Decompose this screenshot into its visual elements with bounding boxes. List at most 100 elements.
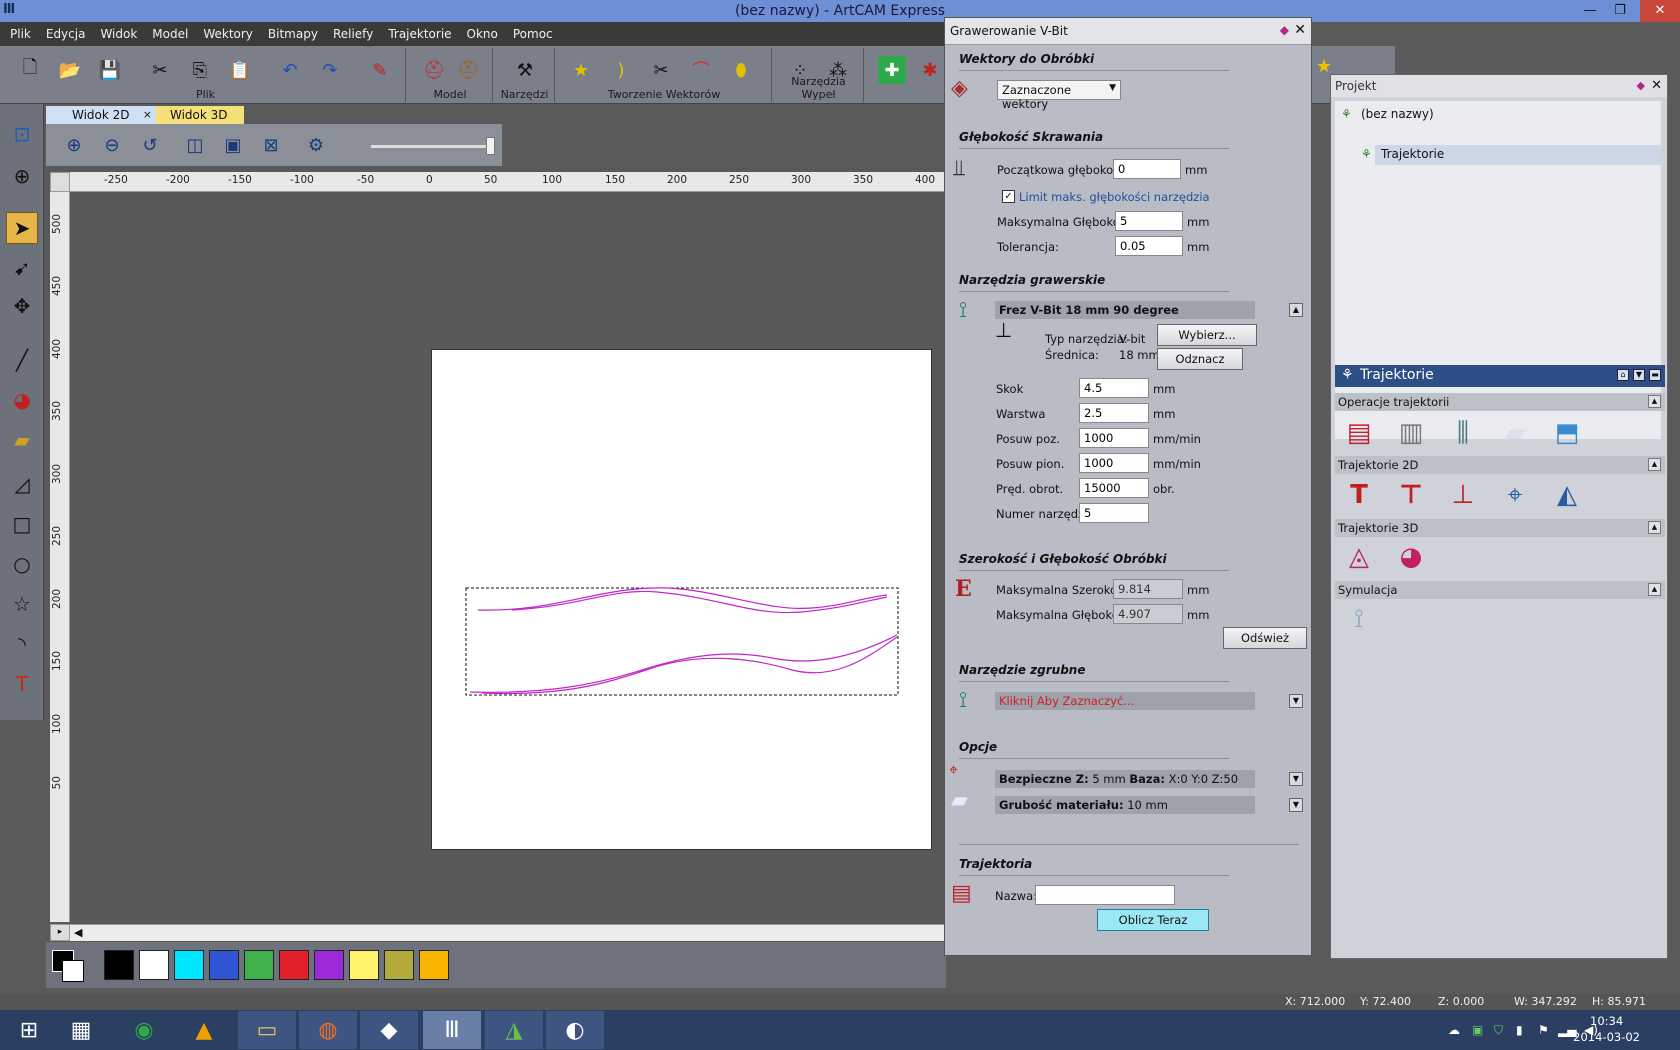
vector-star-icon[interactable]: ★ bbox=[567, 56, 595, 84]
compute-now-button[interactable]: Oblicz Teraz bbox=[1097, 909, 1209, 931]
material-thickness-band[interactable]: Grubość materiału: 10 mm bbox=[995, 796, 1255, 814]
collapse-up-icon[interactable]: ▲ bbox=[1648, 458, 1661, 471]
minimize-panel-icon[interactable]: ▬ bbox=[1649, 369, 1661, 381]
simulate-toolpath-icon[interactable]: ⟟ bbox=[1339, 599, 1379, 639]
file-explorer-icon[interactable]: ▭ bbox=[238, 1011, 296, 1049]
paste-icon[interactable]: 📋 bbox=[226, 56, 254, 84]
tool-database-icon[interactable]: ⫼ bbox=[1443, 413, 1483, 453]
artcam-taskbar-icon[interactable]: Ⅲ bbox=[423, 1011, 481, 1049]
inkscape-icon[interactable]: ◆ bbox=[360, 1011, 418, 1049]
tree-item-root[interactable]: (bez nazwy) bbox=[1361, 107, 1434, 121]
minimize-button[interactable]: — bbox=[1575, 0, 1605, 22]
collapse-up-icon[interactable]: ▲ bbox=[1289, 303, 1303, 317]
vector-drawing[interactable] bbox=[432, 350, 933, 851]
section-simulation[interactable]: Symulacja ▲ bbox=[1335, 581, 1665, 599]
redo-icon[interactable]: ↷ bbox=[316, 56, 344, 84]
stepover-input[interactable] bbox=[1079, 378, 1149, 398]
z-level-roughing-icon[interactable]: ◕ bbox=[1391, 537, 1431, 577]
color-swatch[interactable] bbox=[349, 950, 379, 980]
close-button[interactable]: ✕ bbox=[1640, 0, 1680, 22]
safe-z-band[interactable]: Bezpieczne Z: 5 mm Baza: X:0 Y:0 Z:50 bbox=[995, 770, 1255, 788]
notes-icon[interactable]: ✎ bbox=[366, 56, 394, 84]
save-toolpath-icon[interactable]: ▤ bbox=[1339, 413, 1379, 453]
save-icon[interactable]: 💾 bbox=[96, 56, 124, 84]
menu-trajektorie[interactable]: Trajektorie bbox=[388, 27, 451, 41]
expand-down-icon[interactable]: ▼ bbox=[1289, 694, 1303, 708]
tool-number-input[interactable] bbox=[1079, 503, 1149, 523]
tolerance-input[interactable] bbox=[1115, 236, 1183, 256]
cloud-icon[interactable]: ☁ bbox=[1448, 1023, 1460, 1037]
menu-model[interactable]: Model bbox=[152, 27, 188, 41]
paint-icon[interactable]: ◕ bbox=[6, 384, 38, 416]
menu-down-icon[interactable]: ▼ bbox=[1633, 369, 1645, 381]
collapse-up-icon[interactable]: ▲ bbox=[1648, 395, 1661, 408]
menu-reliefy[interactable]: Reliefy bbox=[333, 27, 373, 41]
arc-icon[interactable]: ◝ bbox=[6, 628, 38, 660]
tab-view-3d[interactable]: Widok 3D bbox=[156, 106, 244, 124]
spindle-speed-input[interactable] bbox=[1079, 478, 1149, 498]
color-swatch[interactable] bbox=[314, 950, 344, 980]
new-file-icon[interactable]: 🗋 bbox=[16, 56, 44, 84]
close-icon[interactable]: ✕ bbox=[1294, 22, 1306, 38]
deselect-tool-button[interactable]: Odznacz bbox=[1157, 348, 1243, 370]
line-tool-icon[interactable]: ╱ bbox=[6, 344, 38, 376]
menu-wektory[interactable]: Wektory bbox=[203, 27, 253, 41]
secondary-color-swatch[interactable] bbox=[62, 960, 84, 982]
star-icon[interactable]: ☆ bbox=[6, 588, 38, 620]
scroll-corner-icon[interactable]: ▸ bbox=[50, 924, 70, 941]
node-edit-icon[interactable]: ➹ bbox=[6, 252, 38, 284]
collapse-up-icon[interactable]: ▲ bbox=[1648, 521, 1661, 534]
collapse-up-icon[interactable]: ▲ bbox=[1648, 583, 1661, 596]
color-swatch[interactable] bbox=[104, 950, 134, 980]
vectors-select[interactable]: Zaznaczone wektory ▼ bbox=[997, 80, 1121, 111]
selection-box[interactable] bbox=[465, 587, 899, 696]
zoom-page-icon[interactable]: ▣ bbox=[219, 131, 247, 159]
clock[interactable]: 10:34 2014-03-02 bbox=[1573, 1013, 1640, 1045]
close-icon[interactable]: ✕ bbox=[1651, 78, 1662, 93]
select-tool-button[interactable]: Wybierz... bbox=[1157, 324, 1257, 346]
polyline-icon[interactable]: ◿ bbox=[6, 468, 38, 500]
reset-simulation-icon[interactable]: ⬒ bbox=[1547, 413, 1587, 453]
globe-icon[interactable]: ⊕ bbox=[6, 160, 38, 192]
color-swatch[interactable] bbox=[244, 950, 274, 980]
zoom-previous-icon[interactable]: ↺ bbox=[136, 131, 164, 159]
vector-curve[interactable] bbox=[469, 634, 898, 693]
vector-fillet-icon[interactable]: ⌒ bbox=[687, 56, 715, 84]
text-tool-icon[interactable]: T bbox=[6, 668, 38, 700]
toolpath-sheet-icon[interactable]: ▥ bbox=[1391, 413, 1431, 453]
chart-tray-icon[interactable]: ▮ bbox=[1516, 1023, 1523, 1037]
expand-down-icon[interactable]: ▼ bbox=[1289, 798, 1303, 812]
home-icon[interactable]: ⌂ bbox=[1617, 369, 1629, 381]
menu-pomoc[interactable]: Pomoc bbox=[513, 27, 553, 41]
flag-icon[interactable]: ⚑ bbox=[1538, 1023, 1549, 1037]
shape-icon[interactable]: ✱ bbox=[916, 56, 944, 84]
horizontal-scrollbar[interactable]: ◀ bbox=[70, 924, 945, 941]
stepdown-input[interactable] bbox=[1079, 403, 1149, 423]
tool-name-band[interactable]: Frez V-Bit 18 mm 90 degree bbox=[995, 301, 1255, 319]
zoom-slider-handle[interactable] bbox=[486, 137, 495, 155]
select-arrow-icon[interactable]: ➤ bbox=[6, 212, 38, 244]
color-swatch[interactable] bbox=[384, 950, 414, 980]
tree-item-toolpaths[interactable]: Trajektorie bbox=[1381, 147, 1444, 161]
color-swatch[interactable] bbox=[419, 950, 449, 980]
vbit-carving-icon[interactable]: ⊥ bbox=[1443, 475, 1483, 515]
machine-relief-icon[interactable]: ◬ bbox=[1339, 537, 1379, 577]
firefox-icon[interactable]: ◍ bbox=[299, 1011, 357, 1049]
select-roughing-tool-link[interactable]: Kliknij Aby Zaznaczyć... bbox=[995, 692, 1255, 710]
profile-machining-icon[interactable]: T bbox=[1339, 475, 1379, 515]
menu-okno[interactable]: Okno bbox=[467, 27, 498, 41]
view-settings-icon[interactable]: ⚙ bbox=[302, 131, 330, 159]
start-depth-input[interactable] bbox=[1113, 159, 1181, 179]
gimp-icon[interactable]: ◐ bbox=[546, 1011, 604, 1049]
vector-arc-icon[interactable]: ) bbox=[607, 56, 635, 84]
drilling-icon[interactable]: ⌖ bbox=[1495, 475, 1535, 515]
drawing-page[interactable] bbox=[431, 349, 932, 850]
copy-icon[interactable]: ⎘ bbox=[186, 56, 214, 84]
bevel-carving-icon[interactable]: ◭ bbox=[1547, 475, 1587, 515]
menu-plik[interactable]: Plik bbox=[10, 27, 31, 41]
color-swatch[interactable] bbox=[279, 950, 309, 980]
close-icon[interactable]: × bbox=[143, 106, 152, 124]
plunge-rate-input[interactable] bbox=[1079, 453, 1149, 473]
vector-curve[interactable] bbox=[511, 590, 888, 614]
zoom-select-icon[interactable]: ⊡ bbox=[6, 118, 38, 150]
